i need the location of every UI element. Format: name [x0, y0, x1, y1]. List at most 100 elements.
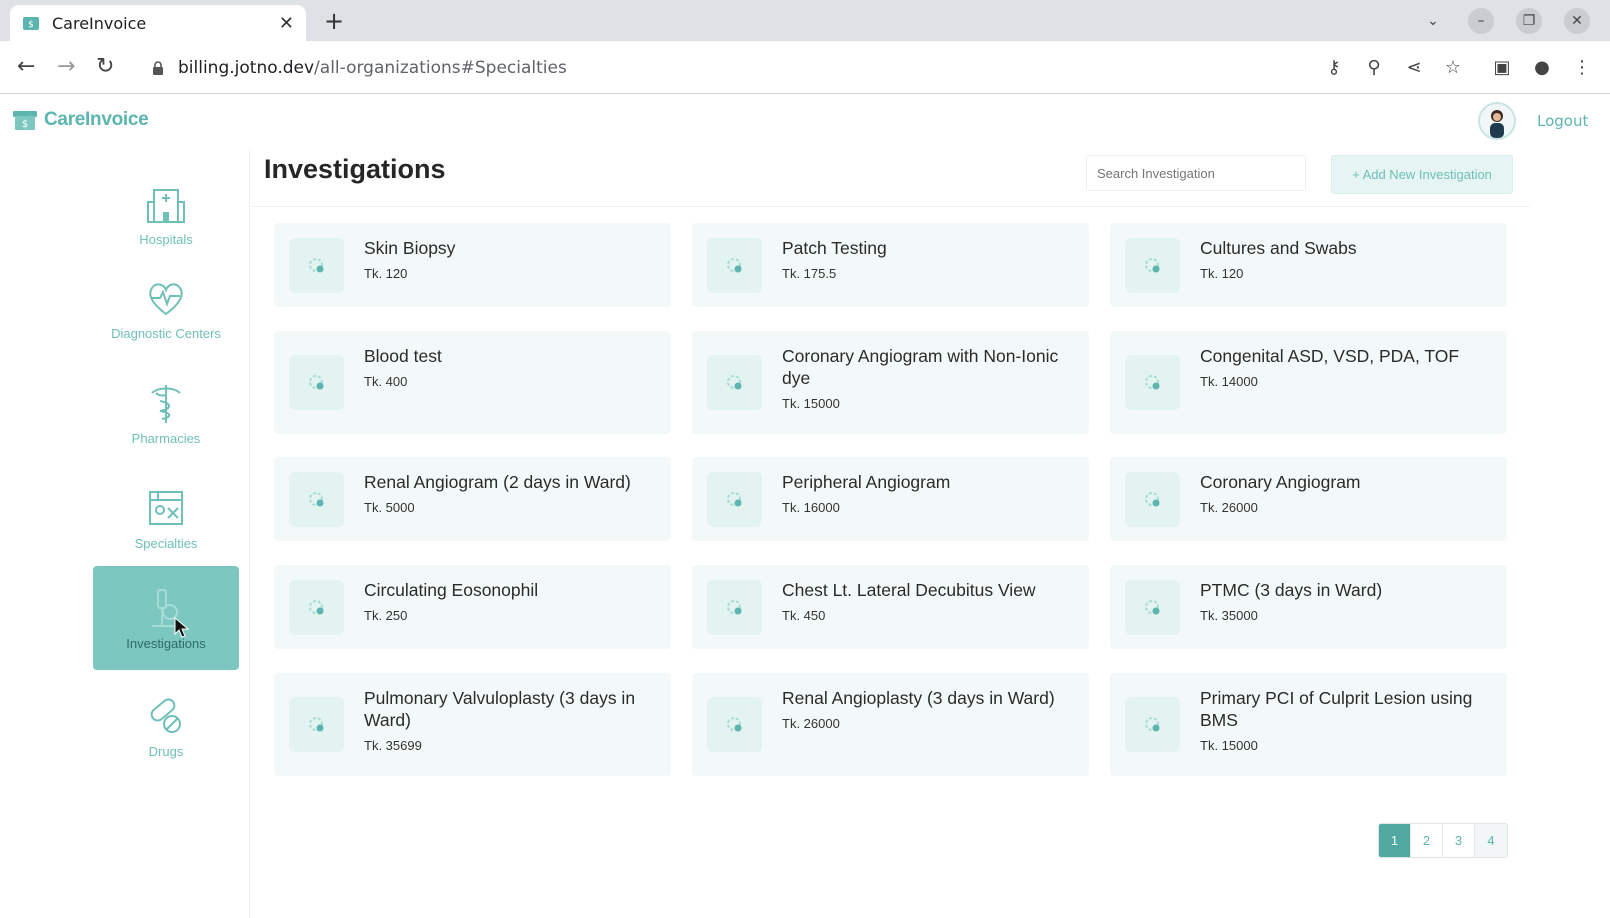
add-new-investigation-button[interactable]: + Add New Investigation — [1331, 155, 1513, 194]
lock-icon — [153, 60, 163, 75]
mouse-cursor-icon — [174, 617, 190, 638]
page-button[interactable]: 4 — [1475, 824, 1507, 857]
sidebar-item-drugs[interactable]: Drugs — [93, 676, 239, 776]
investigation-card[interactable]: Blood test Tk. 400 — [274, 331, 671, 434]
logo-icon: $ — [13, 111, 37, 130]
profile-icon[interactable]: ● — [1530, 55, 1554, 79]
sidebar-item-specialties[interactable]: Specialties — [93, 468, 239, 568]
investigation-card[interactable]: Pulmonary Valvuloplasty (3 days in Ward)… — [274, 673, 671, 776]
page-button[interactable]: 2 — [1411, 824, 1443, 857]
pills-icon — [150, 698, 181, 733]
sidebar-item-label: Specialties — [134, 535, 198, 551]
investigation-card[interactable]: Renal Angioplasty (3 days in Ward) Tk. 26… — [692, 673, 1089, 776]
pagination: 1 2 3 4 — [1378, 823, 1508, 858]
svg-text:$: $ — [22, 119, 28, 130]
investigation-price: Tk. 450 — [782, 608, 826, 623]
back-icon[interactable]: ← — [17, 54, 35, 79]
investigation-card[interactable]: Patch Testing Tk. 175.5 — [692, 223, 1089, 307]
investigation-icon — [1125, 580, 1180, 635]
investigation-price: Tk. 15000 — [782, 396, 840, 411]
investigation-name: Cultures and Swabs — [1200, 238, 1357, 258]
investigation-card[interactable]: Chest Lt. Lateral Decubitus View Tk. 450 — [692, 565, 1089, 649]
sidebar-item-diagnostic-centers[interactable]: Diagnostic Centers — [93, 258, 239, 358]
divider — [252, 206, 1530, 207]
heart-pulse-icon — [149, 282, 183, 315]
sidebar-item-hospitals[interactable]: Hospitals — [93, 164, 239, 264]
sidebar-item-pharmacies[interactable]: Pharmacies — [93, 363, 239, 463]
url-field[interactable]: billing.jotno.dev/all-organizations#Spec… — [138, 49, 1268, 86]
browser-tab[interactable]: $ CareInvoice ✕ — [10, 5, 306, 41]
investigation-price: Tk. 5000 — [364, 500, 415, 515]
avatar[interactable] — [1478, 102, 1516, 140]
investigation-icon — [707, 355, 762, 410]
close-window-icon[interactable]: ✕ — [1564, 8, 1590, 34]
search-input[interactable] — [1086, 155, 1306, 191]
zoom-icon[interactable]: ⚲ — [1362, 55, 1386, 79]
page-button[interactable]: 3 — [1443, 824, 1475, 857]
sidebar-item-label: Drugs — [148, 743, 184, 759]
share-icon[interactable]: ⋖ — [1402, 55, 1426, 79]
investigation-icon — [289, 355, 344, 410]
tab-search-icon[interactable]: ⌄ — [1420, 8, 1446, 34]
investigation-price: Tk. 16000 — [782, 500, 840, 515]
investigation-icon — [707, 580, 762, 635]
investigation-card[interactable]: Cultures and Swabs Tk. 120 — [1110, 223, 1507, 307]
investigation-name: Renal Angiogram (2 days in Ward) — [364, 472, 631, 492]
investigation-icon — [289, 697, 344, 752]
investigation-name: Chest Lt. Lateral Decubitus View — [782, 580, 1036, 600]
more-menu-icon[interactable]: ⋮ — [1570, 55, 1594, 79]
investigation-card[interactable]: Coronary Angiogram Tk. 26000 — [1110, 457, 1507, 541]
logout-link[interactable]: Logout — [1537, 112, 1588, 130]
reload-icon[interactable]: ↻ — [96, 54, 114, 79]
investigation-price: Tk. 26000 — [1200, 500, 1258, 515]
investigation-card[interactable]: Renal Angiogram (2 days in Ward) Tk. 5000 — [274, 457, 671, 541]
side-panel-icon[interactable]: ▣ — [1490, 55, 1514, 79]
minimize-icon[interactable]: – — [1468, 8, 1494, 34]
investigation-price: Tk. 15000 — [1200, 738, 1258, 753]
close-tab-icon[interactable]: ✕ — [279, 13, 294, 34]
new-tab-icon[interactable]: + — [324, 7, 344, 35]
investigation-price: Tk. 35000 — [1200, 608, 1258, 623]
investigation-icon — [1125, 238, 1180, 293]
investigation-card[interactable]: Congenital ASD, VSD, PDA, TOF Tk. 14000 — [1110, 331, 1507, 434]
app-logo[interactable]: $ CareInvoice — [12, 108, 149, 132]
sidebar-item-investigations[interactable]: Investigations — [93, 566, 239, 670]
investigation-name: Coronary Angiogram with Non-Ionic dye — [782, 346, 1059, 388]
investigation-card[interactable]: Primary PCI of Culprit Lesion using BMS T… — [1110, 673, 1507, 776]
investigation-card[interactable]: Skin Biopsy Tk. 120 — [274, 223, 671, 307]
page-title: Investigations — [264, 154, 446, 184]
investigation-icon — [289, 238, 344, 293]
app-viewport: $ CareInvoice Logout Hospitals Diagnosti… — [0, 94, 1610, 918]
investigation-price: Tk. 35699 — [364, 738, 422, 753]
investigation-icon — [289, 472, 344, 527]
investigation-icon — [1125, 355, 1180, 410]
svg-text:$: $ — [28, 20, 34, 30]
specialties-icon — [149, 490, 183, 525]
investigation-card[interactable]: Coronary Angiogram with Non-Ionic dye Tk.… — [692, 331, 1089, 434]
investigation-price: Tk. 120 — [1200, 266, 1244, 281]
investigation-card[interactable]: PTMC (3 days in Ward) Tk. 35000 — [1110, 565, 1507, 649]
investigation-price: Tk. 26000 — [782, 716, 840, 731]
investigation-card[interactable]: Circulating Eosonophil Tk. 250 — [274, 565, 671, 649]
investigation-price: Tk. 250 — [364, 608, 408, 623]
page-button[interactable]: 1 — [1379, 824, 1411, 857]
browser-tab-strip: $ CareInvoice ✕ + ⌄ – ❐ ✕ — [0, 0, 1610, 41]
sidebar-item-label: Investigations — [126, 635, 206, 651]
sidebar: Hospitals Diagnostic Centers Pharmacies — [0, 150, 250, 918]
investigation-name: Pulmonary Valvuloplasty (3 days in Ward) — [364, 688, 636, 730]
bookmark-star-icon[interactable]: ☆ — [1441, 55, 1465, 79]
investigation-name: Circulating Eosonophil — [364, 580, 539, 600]
restore-icon[interactable]: ❐ — [1516, 8, 1542, 34]
address-bar: ← → ↻ billing.jotno.dev/all-organization… — [0, 41, 1610, 94]
investigation-name: Skin Biopsy — [364, 238, 456, 258]
sidebar-item-label: Pharmacies — [131, 430, 201, 446]
investigation-name: Coronary Angiogram — [1200, 472, 1361, 492]
key-icon[interactable]: ⚷ — [1322, 55, 1346, 79]
forward-icon[interactable]: → — [57, 54, 75, 79]
investigation-price: Tk. 14000 — [1200, 374, 1258, 389]
url-host: billing.jotno.dev — [178, 57, 315, 78]
investigation-name: PTMC (3 days in Ward) — [1200, 580, 1383, 600]
investigation-icon — [707, 697, 762, 752]
investigation-card[interactable]: Peripheral Angiogram Tk. 16000 — [692, 457, 1089, 541]
investigation-price: Tk. 400 — [364, 374, 408, 389]
